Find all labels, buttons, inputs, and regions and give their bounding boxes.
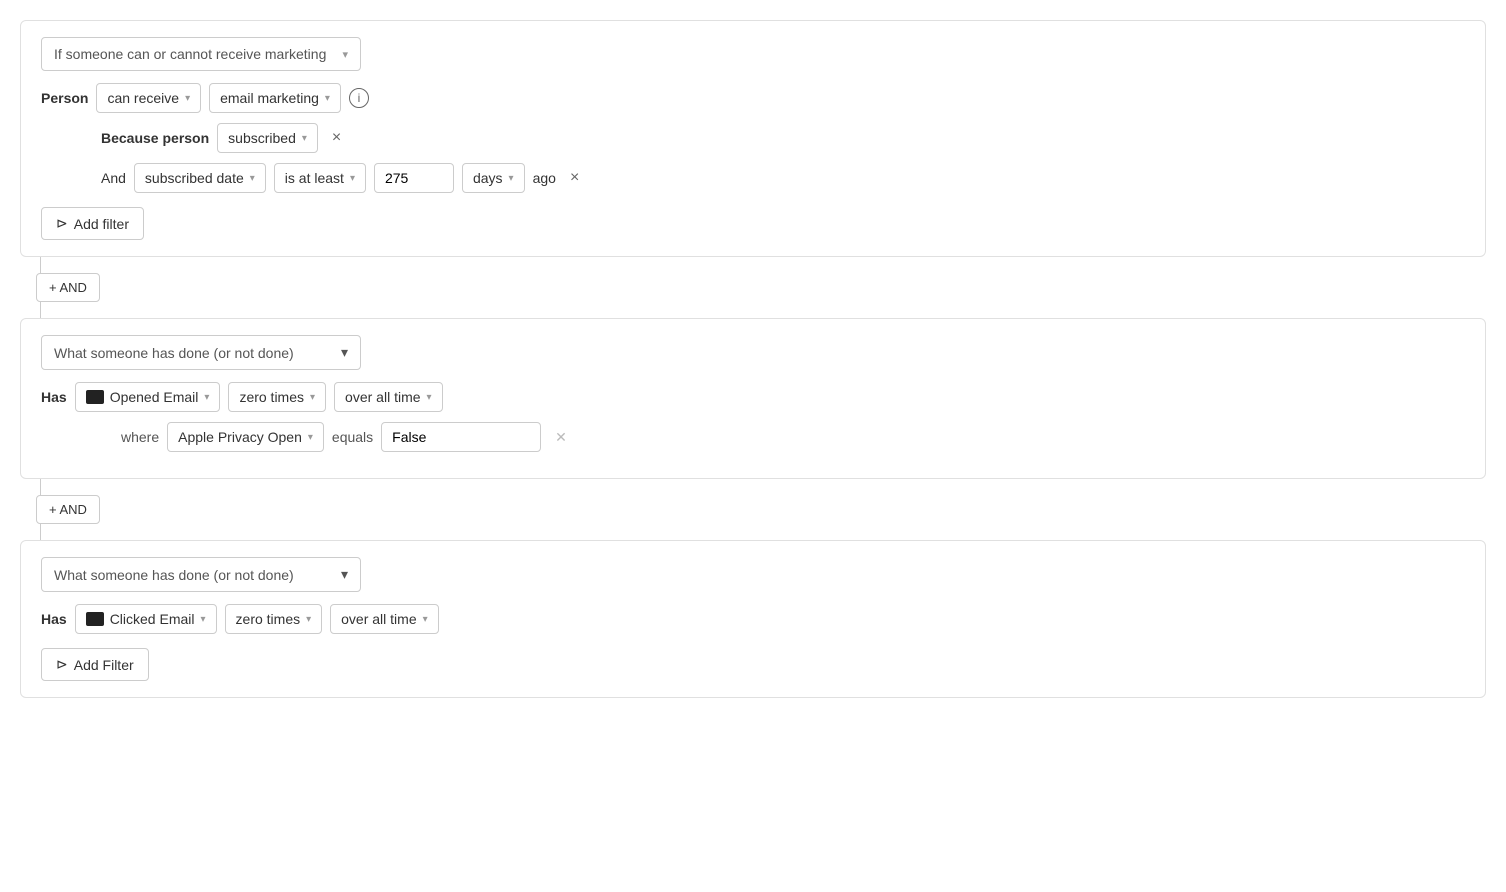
and-button-1[interactable]: + AND bbox=[36, 273, 100, 302]
has-label-1: Has bbox=[41, 389, 67, 405]
vertical-line-4 bbox=[40, 524, 41, 540]
email-icon-1 bbox=[86, 390, 104, 404]
has-label-2: Has bbox=[41, 611, 67, 627]
chevron-down-icon: ▾ bbox=[185, 93, 190, 104]
filter-icon: ⊳ bbox=[56, 215, 68, 232]
add-filter-wrapper-1: ⊳ Add filter bbox=[41, 203, 1465, 240]
email-icon-2 bbox=[86, 612, 104, 626]
event-value-2: Clicked Email bbox=[110, 611, 195, 627]
is-at-least-dropdown[interactable]: is at least ▾ bbox=[274, 163, 366, 193]
and-connector-wrapper-2: + AND bbox=[20, 479, 1486, 540]
chevron-down-icon: ▾ bbox=[423, 614, 428, 625]
time-range-value-1: over all time bbox=[345, 389, 420, 405]
has-row-2: Has Clicked Email ▾ zero times ▾ over al… bbox=[41, 604, 1465, 634]
frequency-dropdown-1[interactable]: zero times ▾ bbox=[228, 382, 326, 412]
time-range-dropdown-1[interactable]: over all time ▾ bbox=[334, 382, 443, 412]
condition-type-label-2: What someone has done (or not done) bbox=[54, 345, 294, 361]
add-filter-btn-1[interactable]: ⊳ Add filter bbox=[41, 207, 144, 240]
because-person-label: Because person bbox=[101, 130, 209, 146]
event-value-1: Opened Email bbox=[110, 389, 199, 405]
property-dropdown-1[interactable]: Apple Privacy Open ▾ bbox=[167, 422, 324, 452]
chevron-down-icon: ▾ bbox=[250, 173, 255, 184]
and-label: And bbox=[101, 170, 126, 186]
frequency-value-1: zero times bbox=[239, 389, 304, 405]
where-label-1: where bbox=[121, 429, 159, 445]
chevron-down-icon: ▾ bbox=[302, 133, 307, 144]
remove-because-btn[interactable]: × bbox=[326, 128, 347, 148]
condition-block-1: If someone can or cannot receive marketi… bbox=[20, 20, 1486, 257]
subscribed-dropdown[interactable]: subscribed ▾ bbox=[217, 123, 318, 153]
ago-label: ago bbox=[533, 170, 556, 186]
chevron-down-icon: ▾ bbox=[427, 392, 432, 403]
subscribed-date-value: subscribed date bbox=[145, 170, 244, 186]
and-button-2[interactable]: + AND bbox=[36, 495, 100, 524]
subscribed-date-dropdown[interactable]: subscribed date ▾ bbox=[134, 163, 266, 193]
equals-label-1: equals bbox=[332, 429, 373, 445]
person-label: Person bbox=[41, 90, 88, 106]
add-filter-btn-3[interactable]: ⊳ Add Filter bbox=[41, 648, 149, 681]
add-filter-wrapper-3: ⊳ Add Filter bbox=[41, 644, 1465, 681]
where-row-1: where Apple Privacy Open ▾ equals ✕ bbox=[121, 422, 1465, 452]
condition-type-label-3: What someone has done (or not done) bbox=[54, 567, 294, 583]
chevron-down-icon: ▾ bbox=[341, 344, 348, 361]
remove-where-btn-1[interactable]: ✕ bbox=[549, 428, 573, 446]
vertical-line-2 bbox=[40, 302, 41, 318]
chevron-down-icon: ▾ bbox=[306, 614, 311, 625]
subscribed-value: subscribed bbox=[228, 130, 296, 146]
property-value-1: Apple Privacy Open bbox=[178, 429, 302, 445]
condition-block-2: What someone has done (or not done) ▾ Ha… bbox=[20, 318, 1486, 479]
property-value-input-1[interactable] bbox=[381, 422, 541, 452]
chevron-down-icon: ▾ bbox=[341, 566, 348, 583]
and-connector-wrapper-1: + AND bbox=[20, 257, 1486, 318]
frequency-value-2: zero times bbox=[236, 611, 301, 627]
email-marketing-dropdown[interactable]: email marketing ▾ bbox=[209, 83, 341, 113]
chevron-down-icon: ▾ bbox=[204, 392, 209, 403]
days-unit-value: days bbox=[473, 170, 503, 186]
vertical-line-1 bbox=[40, 257, 41, 273]
has-row-1: Has Opened Email ▾ zero times ▾ over all… bbox=[41, 382, 1465, 412]
condition-type-dropdown-1[interactable]: If someone can or cannot receive marketi… bbox=[41, 37, 361, 71]
chevron-down-icon: ▾ bbox=[308, 432, 313, 443]
frequency-dropdown-2[interactable]: zero times ▾ bbox=[225, 604, 323, 634]
condition-type-dropdown-3[interactable]: What someone has done (or not done) ▾ bbox=[41, 557, 361, 592]
filter-icon-3: ⊳ bbox=[56, 656, 68, 673]
condition-type-label-1: If someone can or cannot receive marketi… bbox=[54, 46, 326, 62]
and-filter-row: And subscribed date ▾ is at least ▾ days… bbox=[101, 163, 1465, 193]
remove-and-filter-btn[interactable]: × bbox=[564, 168, 585, 188]
time-range-value-2: over all time bbox=[341, 611, 416, 627]
chevron-down-icon: ▾ bbox=[350, 173, 355, 184]
can-receive-dropdown[interactable]: can receive ▾ bbox=[96, 83, 201, 113]
time-range-dropdown-2[interactable]: over all time ▾ bbox=[330, 604, 439, 634]
because-person-row: Because person subscribed ▾ × bbox=[101, 123, 1465, 153]
can-receive-value: can receive bbox=[107, 90, 179, 106]
person-row: Person can receive ▾ email marketing ▾ i bbox=[41, 83, 1465, 113]
days-unit-dropdown[interactable]: days ▾ bbox=[462, 163, 525, 193]
email-marketing-value: email marketing bbox=[220, 90, 319, 106]
chevron-down-icon: ▾ bbox=[342, 48, 348, 61]
chevron-down-icon: ▾ bbox=[310, 392, 315, 403]
is-at-least-value: is at least bbox=[285, 170, 344, 186]
chevron-down-icon: ▾ bbox=[201, 614, 206, 625]
condition-type-dropdown-2[interactable]: What someone has done (or not done) ▾ bbox=[41, 335, 361, 370]
condition-block-3: What someone has done (or not done) ▾ Ha… bbox=[20, 540, 1486, 698]
event-dropdown-1[interactable]: Opened Email ▾ bbox=[75, 382, 221, 412]
vertical-line-3 bbox=[40, 479, 41, 495]
info-icon[interactable]: i bbox=[349, 88, 369, 108]
days-value-input[interactable] bbox=[374, 163, 454, 193]
add-filter-label-1: Add filter bbox=[74, 216, 129, 232]
event-dropdown-2[interactable]: Clicked Email ▾ bbox=[75, 604, 217, 634]
chevron-down-icon: ▾ bbox=[509, 173, 514, 184]
chevron-down-icon: ▾ bbox=[325, 93, 330, 104]
add-filter-label-3: Add Filter bbox=[74, 657, 134, 673]
